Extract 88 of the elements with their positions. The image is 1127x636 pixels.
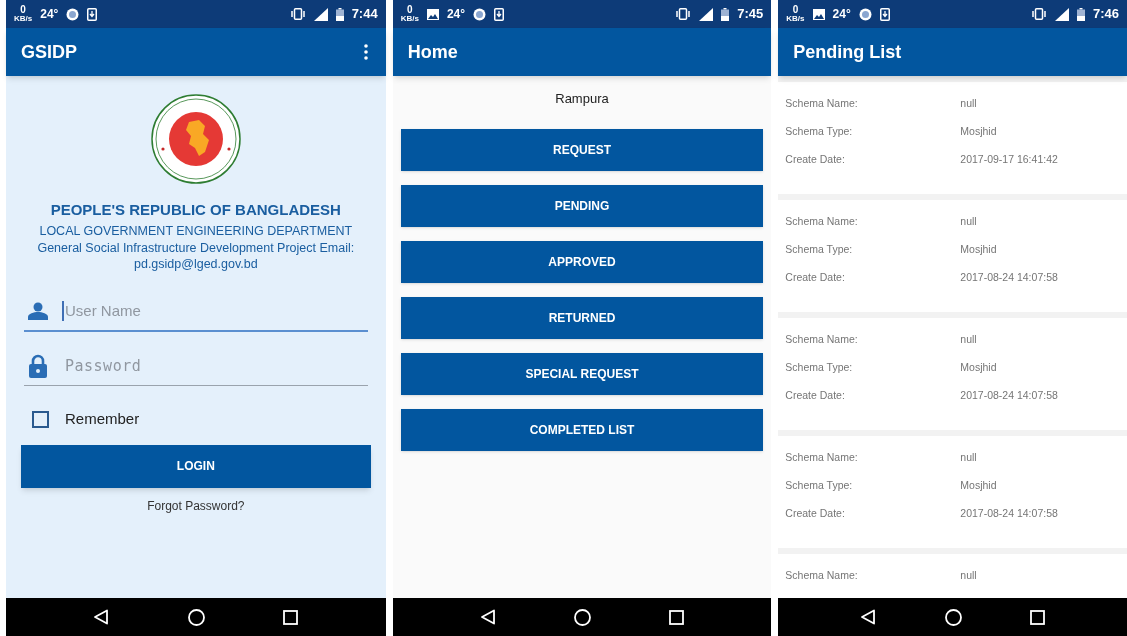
download-icon bbox=[87, 7, 98, 21]
vibrate-icon bbox=[1030, 8, 1047, 20]
temperature: 24° bbox=[832, 6, 851, 23]
menu-button[interactable]: SPECIAL REQUEST bbox=[400, 352, 764, 395]
pending-card[interactable]: Schema Name: null Schema Type: Mosjhid Create Date: 2017-08-24 14:07:58 bbox=[778, 436, 1127, 548]
field-label: Schema Name: bbox=[785, 450, 859, 466]
screen-title: Pending List bbox=[793, 40, 902, 64]
download-icon bbox=[879, 7, 890, 21]
recent-apps-icon[interactable] bbox=[669, 609, 685, 625]
network-speed-unit: KB/s bbox=[14, 15, 33, 23]
person-icon bbox=[28, 302, 48, 321]
field-label: Create Date: bbox=[785, 388, 846, 404]
field-label: Schema Type: bbox=[785, 242, 854, 258]
clock-time: 7:45 bbox=[737, 5, 764, 24]
remember-checkbox[interactable] bbox=[32, 411, 49, 428]
field-label: Create Date: bbox=[785, 152, 846, 168]
field-value: null bbox=[960, 332, 977, 348]
menu-button[interactable]: REQUEST bbox=[400, 128, 764, 171]
circle-notification-icon bbox=[858, 7, 872, 21]
field-label: Schema Type: bbox=[785, 478, 854, 494]
temperature: 24° bbox=[446, 6, 466, 23]
login-button[interactable]: LOGIN bbox=[21, 444, 371, 488]
battery-icon bbox=[1076, 7, 1085, 21]
pending-card[interactable]: Schema Name: null Schema Type: Mosjhid Create Date: 2017-09-17 16:41:42 bbox=[778, 82, 1127, 194]
circle-notification-icon bbox=[473, 7, 487, 21]
circle-notification-icon bbox=[66, 7, 80, 21]
department-name: LOCAL GOVERNMENT ENGINEERING DEPARTMENT bbox=[39, 222, 353, 240]
home-icon[interactable] bbox=[187, 608, 205, 626]
field-value: 2017-08-24 14:07:58 bbox=[960, 388, 1058, 404]
back-icon[interactable] bbox=[93, 609, 110, 625]
home-icon[interactable] bbox=[944, 608, 962, 626]
network-speed-unit: KB/s bbox=[400, 15, 419, 23]
screen-title: Home bbox=[407, 40, 458, 64]
recent-apps-icon[interactable] bbox=[1029, 609, 1045, 625]
field-label: Schema Type: bbox=[785, 124, 854, 140]
signal-icon bbox=[313, 7, 328, 21]
field-value: Mosjhid bbox=[960, 124, 997, 140]
field-value: 2017-08-24 14:07:58 bbox=[960, 506, 1058, 522]
field-value: Mosjhid bbox=[960, 478, 997, 494]
field-value: 2017-08-24 14:07:58 bbox=[960, 270, 1058, 286]
temperature: 24° bbox=[40, 6, 59, 23]
network-speed-unit: KB/s bbox=[786, 15, 805, 23]
vibrate-icon bbox=[675, 8, 692, 20]
menu-button[interactable]: RETURNED bbox=[400, 296, 764, 339]
field-label: Schema Name: bbox=[785, 332, 859, 348]
clock-time: 7:44 bbox=[351, 5, 378, 24]
field-value: null bbox=[960, 568, 977, 584]
lock-icon bbox=[28, 353, 48, 378]
back-icon[interactable] bbox=[860, 609, 877, 625]
remember-label: Remember bbox=[65, 409, 140, 430]
pending-card[interactable]: Schema Name: null Schema Type: Mosjhid Create Date: 2017-08-24 14:07:58 bbox=[778, 318, 1127, 430]
field-value: null bbox=[960, 96, 977, 112]
location-label: Rampura bbox=[555, 90, 609, 108]
screen-title: GSIDP bbox=[21, 40, 77, 64]
pending-card[interactable]: Schema Name: null Schema Type: Mosjhid Create Date: 2017-08-24 14:07:58 bbox=[778, 200, 1127, 312]
pending-card[interactable]: Schema Name: null bbox=[778, 554, 1127, 598]
battery-icon bbox=[721, 7, 730, 21]
menu-button[interactable]: APPROVED bbox=[400, 240, 764, 283]
signal-icon bbox=[699, 7, 714, 21]
field-label: Schema Name: bbox=[785, 214, 859, 230]
project-description: General Social Infrastructure Development Project Email: pd.gsidp@lged.gov.bd bbox=[36, 240, 356, 273]
network-speed: 0 bbox=[792, 5, 799, 15]
back-icon[interactable] bbox=[479, 609, 496, 625]
field-value: 2017-09-17 16:41:42 bbox=[960, 152, 1058, 168]
menu-button[interactable]: PENDING bbox=[400, 184, 764, 227]
clock-time: 7:46 bbox=[1092, 5, 1119, 24]
field-label: Schema Name: bbox=[785, 568, 859, 584]
field-label: Schema Name: bbox=[785, 96, 859, 112]
signal-icon bbox=[1054, 7, 1069, 21]
field-value: Mosjhid bbox=[960, 242, 997, 258]
recent-apps-icon[interactable] bbox=[283, 609, 299, 625]
field-value: null bbox=[960, 214, 977, 230]
username-field[interactable]: User Name bbox=[62, 301, 364, 322]
battery-icon bbox=[335, 7, 344, 21]
org-title: PEOPLE'S REPUBLIC OF BANGLADESH bbox=[50, 200, 341, 220]
field-label: Create Date: bbox=[785, 270, 846, 286]
password-field[interactable]: Password bbox=[62, 355, 364, 376]
network-speed: 0 bbox=[20, 5, 26, 15]
field-label: Schema Type: bbox=[785, 360, 854, 376]
home-icon[interactable] bbox=[574, 608, 591, 626]
field-value: null bbox=[960, 450, 977, 466]
forgot-password-link[interactable]: Forgot Password? bbox=[147, 496, 245, 515]
field-value: Mosjhid bbox=[960, 360, 997, 376]
vibrate-icon bbox=[289, 8, 306, 20]
menu-button[interactable]: COMPLETED LIST bbox=[400, 408, 764, 451]
network-speed: 0 bbox=[407, 5, 413, 15]
download-icon bbox=[494, 7, 505, 21]
field-label: Create Date: bbox=[785, 506, 846, 522]
